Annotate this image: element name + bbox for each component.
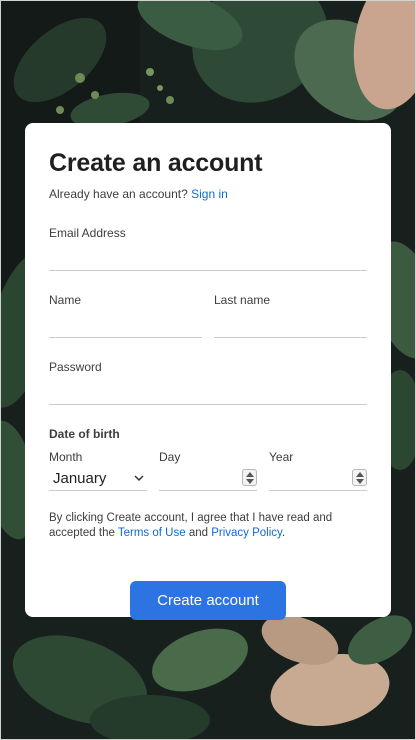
first-name-input[interactable] xyxy=(49,314,202,338)
year-label: Year xyxy=(269,450,294,464)
month-label: Month xyxy=(49,450,83,464)
page-title: Create an account xyxy=(49,149,263,177)
year-input[interactable] xyxy=(269,468,367,491)
first-name-label: Name xyxy=(49,293,82,307)
last-name-input[interactable] xyxy=(214,314,367,338)
date-of-birth-title: Date of birth xyxy=(49,427,120,441)
email-field-group: Email Address xyxy=(49,226,367,271)
day-input[interactable] xyxy=(159,468,257,491)
terms-notice: By clicking Create account, I agree that… xyxy=(49,511,367,541)
year-field-group: Year xyxy=(269,450,367,491)
password-label: Password xyxy=(49,360,102,374)
password-input[interactable] xyxy=(49,381,367,405)
last-name-field-group: Last name xyxy=(214,293,367,338)
signin-prompt-text: Already have an account? xyxy=(49,187,188,201)
day-stepper-icon[interactable] xyxy=(242,469,257,486)
signup-card: Create an account Already have an accoun… xyxy=(25,123,391,620)
month-select-value: January xyxy=(53,470,107,487)
terms-of-use-link[interactable]: Terms of Use xyxy=(118,527,186,539)
terms-and-text: and xyxy=(188,527,208,539)
month-field-group: Month January xyxy=(49,450,147,491)
day-field-group: Day xyxy=(159,450,257,491)
day-label: Day xyxy=(159,450,181,464)
year-stepper-icon[interactable] xyxy=(352,469,367,486)
email-label: Email Address xyxy=(49,226,126,240)
last-name-label: Last name xyxy=(214,293,271,307)
submit-row: Create account xyxy=(49,581,367,620)
privacy-policy-link[interactable]: Privacy Policy xyxy=(211,527,282,539)
create-account-button[interactable]: Create account xyxy=(130,581,286,620)
name-row: Name Last name xyxy=(49,293,367,338)
chevron-down-icon xyxy=(134,475,144,482)
password-field-group: Password xyxy=(49,360,367,405)
terms-period-text: . xyxy=(281,527,286,539)
date-of-birth-row: Month January Day Year xyxy=(49,450,367,491)
month-select[interactable]: January xyxy=(49,468,147,491)
signin-prompt-row: Already have an account? Sign in xyxy=(49,186,367,202)
first-name-field-group: Name xyxy=(49,293,202,338)
signin-link[interactable]: Sign in xyxy=(191,187,228,201)
email-field[interactable] xyxy=(49,247,367,271)
